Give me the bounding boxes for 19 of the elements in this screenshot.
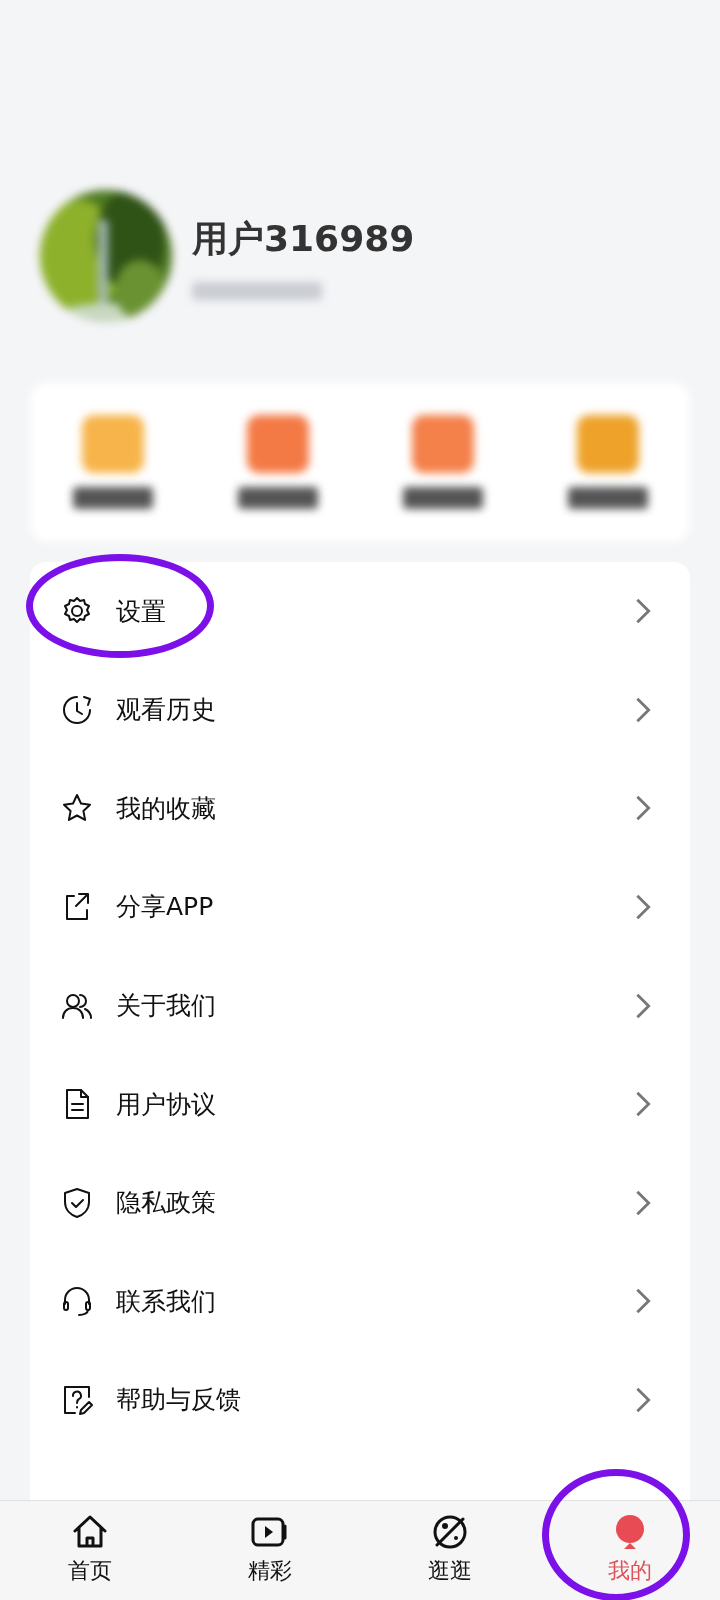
menu-item[interactable]: 关于我们 xyxy=(30,956,690,1055)
menu-item[interactable]: 联系我们 xyxy=(30,1252,690,1351)
menu-item[interactable]: 隐私政策 xyxy=(30,1153,690,1253)
menu-item[interactable]: 设置 xyxy=(30,562,690,661)
headset-icon xyxy=(60,1284,94,1319)
tab[interactable]: 首页 xyxy=(0,1501,180,1600)
quick-action-icon[interactable] xyxy=(576,415,639,473)
menu-item[interactable]: 用户协议 xyxy=(30,1054,690,1154)
tab[interactable]: 我的 xyxy=(540,1501,720,1600)
quick-action-icon[interactable] xyxy=(81,415,144,473)
menu-item[interactable]: 我的收藏 xyxy=(30,759,690,858)
username: 用户316989 xyxy=(192,217,415,261)
tab[interactable]: 精彩 xyxy=(180,1501,360,1600)
menu-item[interactable]: 观看历史 xyxy=(30,660,690,760)
menu-item[interactable]: 分享APP xyxy=(30,857,690,957)
menu-item[interactable]: 帮助与反馈 xyxy=(30,1350,690,1450)
quick-action-icon[interactable] xyxy=(411,415,474,473)
quick-action-icon[interactable] xyxy=(246,415,309,473)
tab[interactable]: 逛逛 xyxy=(360,1501,540,1600)
